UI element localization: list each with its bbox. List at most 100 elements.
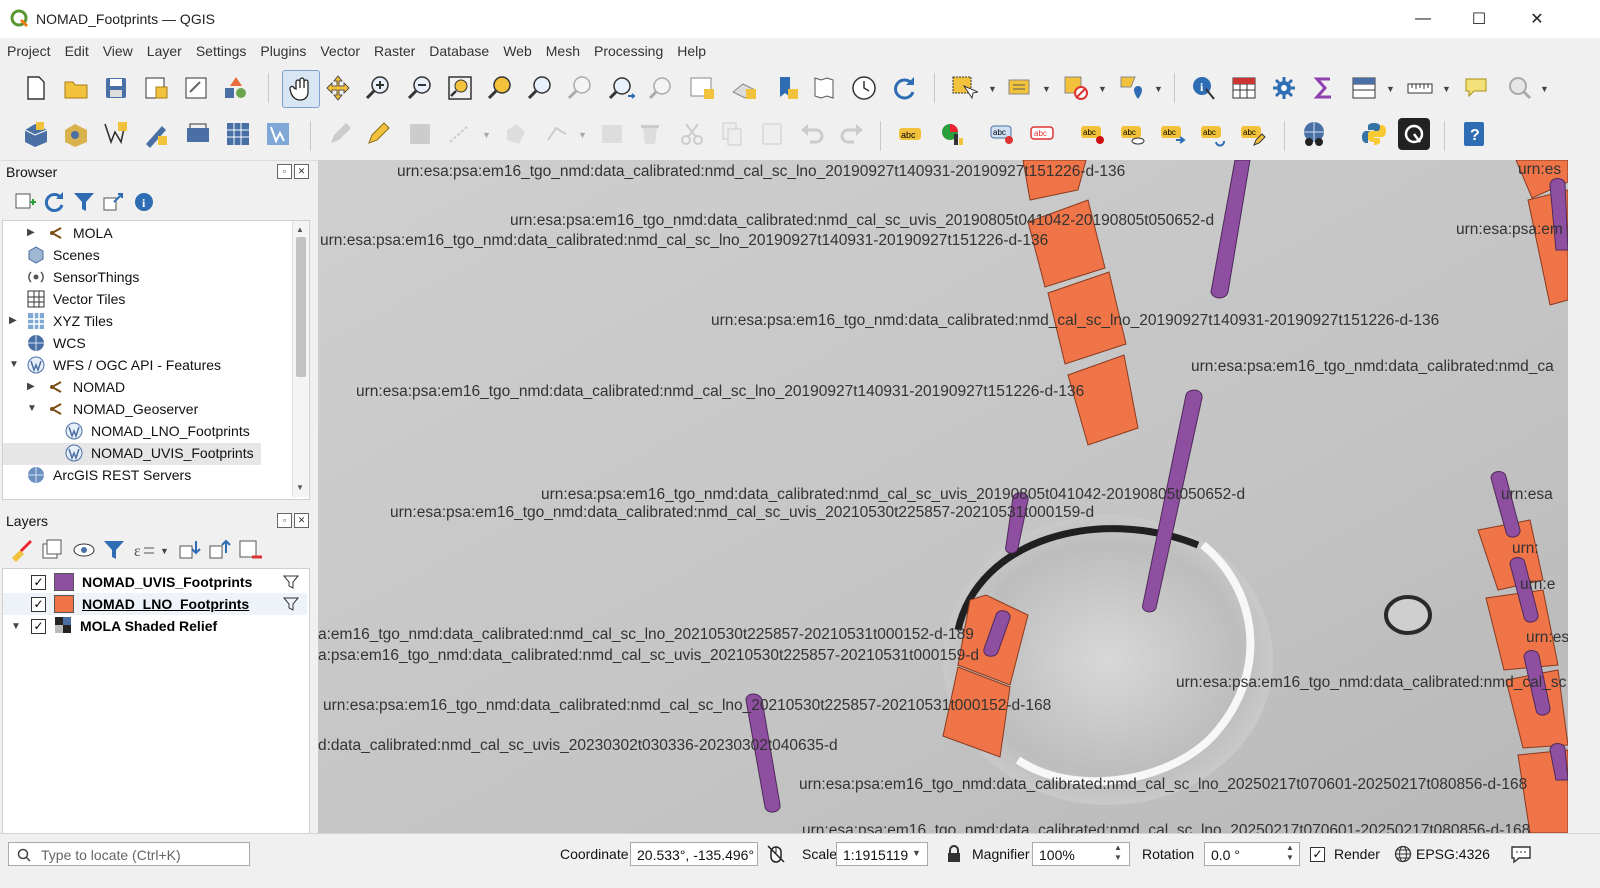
browser-item-vector-tiles[interactable]: Vector Tiles (27, 288, 125, 310)
select-by-value-icon[interactable] (1004, 72, 1036, 104)
measure-dropdown-icon[interactable]: ▼ (1442, 84, 1451, 94)
layer-labeling-icon[interactable]: abc (894, 118, 926, 150)
close-button[interactable]: ✕ (1514, 0, 1560, 38)
browser-item-mola[interactable]: MOLA (47, 222, 113, 244)
current-edits-icon[interactable] (324, 118, 356, 150)
browser-filter-icon[interactable] (68, 186, 100, 218)
copy-features-icon[interactable] (716, 118, 748, 150)
expand-arrow-icon[interactable]: ▶ (9, 315, 17, 326)
add-vector-layer-icon[interactable] (100, 118, 132, 150)
zoom-last-icon[interactable] (606, 72, 638, 104)
toggle-extents-mouse-icon[interactable] (766, 844, 786, 864)
delete-selected-icon[interactable] (634, 118, 666, 150)
locator-settings-icon[interactable] (1504, 72, 1536, 104)
layer-item-mola-relief[interactable]: ✓ MOLA Shaded Relief (31, 615, 217, 637)
table-dropdown-icon[interactable]: ▼ (1386, 84, 1395, 94)
add-wfs-layer-icon[interactable] (262, 118, 294, 150)
select-dropdown-icon[interactable]: ▼ (988, 84, 997, 94)
map-canvas[interactable]: urn:es a:psa:em16_tgo_nmd:data_calibrated… (318, 160, 1568, 833)
browser-refresh-icon[interactable] (38, 186, 70, 218)
rotation-spinner-icon[interactable]: ▲ ▼ (1286, 843, 1294, 863)
pan-map-icon[interactable] (282, 70, 320, 108)
new-3d-view-icon[interactable] (728, 72, 760, 104)
layer-filter-icon[interactable] (282, 574, 300, 593)
menu-project[interactable]: Project (0, 43, 58, 59)
minimize-button[interactable]: — (1400, 0, 1446, 38)
browser-item-xyz-tiles[interactable]: XYZ Tiles (27, 310, 113, 332)
browser-item-nomad-geoserver[interactable]: NOMAD_Geoserver (47, 398, 198, 420)
browser-info-icon[interactable]: i (128, 186, 160, 218)
new-bookmark-icon[interactable] (770, 72, 802, 104)
open-project-icon[interactable] (60, 72, 92, 104)
zoom-in-icon[interactable] (362, 72, 394, 104)
new-project-icon[interactable] (20, 72, 52, 104)
browser-float-button[interactable]: ▫ (277, 164, 292, 179)
magnifier-spinner-icon[interactable]: ▲ ▼ (1114, 843, 1122, 863)
collapse-arrow-icon[interactable]: ▼ (9, 359, 19, 370)
menu-raster[interactable]: Raster (367, 43, 422, 59)
toggle-editing-icon[interactable] (362, 118, 394, 150)
expand-all-icon[interactable] (174, 534, 206, 566)
maximize-button[interactable]: ☐ (1456, 0, 1502, 38)
new-map-view-icon[interactable] (686, 72, 718, 104)
locator-dropdown-icon[interactable]: ▼ (1540, 84, 1549, 94)
lock-scale-icon[interactable] (946, 845, 962, 863)
menu-view[interactable]: View (96, 43, 140, 59)
deselect-dropdown-icon[interactable]: ▼ (1098, 84, 1107, 94)
menu-database[interactable]: Database (422, 43, 496, 59)
highlight-pinned-labels-icon[interactable]: abc (986, 118, 1018, 150)
plugin-eye-icon[interactable] (1398, 118, 1430, 150)
browser-item-nomad-lno-footprints[interactable]: NOMAD_LNO_Footprints (65, 420, 250, 442)
show-hide-labels-icon[interactable]: abc (1116, 118, 1148, 150)
menu-settings[interactable]: Settings (189, 43, 254, 59)
menu-edit[interactable]: Edit (58, 43, 96, 59)
menu-web[interactable]: Web (496, 43, 539, 59)
zoom-full-icon[interactable] (444, 72, 476, 104)
layout-manager-icon[interactable] (180, 72, 212, 104)
crs-label[interactable]: EPSG:4326 (1416, 846, 1490, 862)
select-by-location-icon[interactable] (1116, 72, 1148, 104)
open-field-calculator-icon[interactable] (1348, 72, 1380, 104)
menu-plugins[interactable]: Plugins (253, 43, 313, 59)
location-dropdown-icon[interactable]: ▼ (1154, 84, 1163, 94)
locator-search-input[interactable]: Type to locate (Ctrl+K) (8, 842, 250, 866)
pan-to-selection-icon[interactable] (322, 72, 354, 104)
toggle-label-display-icon[interactable]: abc (1026, 118, 1058, 150)
browser-scrollbar[interactable]: ▲ ▼ (292, 221, 309, 497)
layer-styling-icon[interactable] (6, 534, 38, 566)
cut-features-icon[interactable] (676, 118, 708, 150)
messages-icon[interactable] (1510, 844, 1532, 864)
browser-item-wfs[interactable]: WFS / OGC API - Features (27, 354, 221, 376)
add-wms-layer-icon[interactable] (182, 118, 214, 150)
layer-item-lno[interactable]: ✓ NOMAD_LNO_Footprints (31, 593, 249, 615)
expand-arrow-icon[interactable]: ▶ (27, 381, 35, 392)
help-contents-icon[interactable]: ? (1458, 118, 1490, 150)
save-project-icon[interactable] (100, 72, 132, 104)
browser-item-nomad-uvis-footprints[interactable]: NOMAD_UVIS_Footprints (65, 442, 254, 464)
zoom-next-icon[interactable] (646, 72, 678, 104)
rotate-label-icon[interactable]: abc (1196, 118, 1228, 150)
paste-features-icon[interactable] (756, 118, 788, 150)
collapse-arrow-icon[interactable]: ▼ (27, 403, 37, 414)
remove-layer-icon[interactable] (234, 534, 266, 566)
crs-globe-icon[interactable] (1394, 845, 1412, 863)
add-delimited-text-icon[interactable] (140, 118, 172, 150)
new-geopackage-icon[interactable] (60, 118, 92, 150)
scale-dropdown-icon[interactable]: ▼ (912, 848, 921, 858)
layer-visibility-checkbox[interactable]: ✓ (31, 618, 46, 634)
menu-help[interactable]: Help (670, 43, 713, 59)
select-features-icon[interactable] (948, 72, 980, 104)
style-manager-icon[interactable] (220, 72, 252, 104)
expand-arrow-icon[interactable]: ▶ (27, 227, 35, 238)
collapse-all-layers-icon[interactable] (204, 534, 236, 566)
filter-legend-icon[interactable] (98, 534, 130, 566)
zoom-native-icon[interactable] (564, 72, 596, 104)
filter-dropdown-icon[interactable]: ▼ (160, 546, 169, 556)
browser-item-scenes[interactable]: Scenes (27, 244, 100, 266)
pin-labels-icon[interactable]: abc (1076, 118, 1108, 150)
menu-mesh[interactable]: Mesh (539, 43, 587, 59)
layer-visibility-checkbox[interactable]: ✓ (31, 574, 46, 590)
save-edits-icon[interactable] (404, 118, 436, 150)
zoom-out-icon[interactable] (404, 72, 436, 104)
redo-icon[interactable] (836, 118, 868, 150)
